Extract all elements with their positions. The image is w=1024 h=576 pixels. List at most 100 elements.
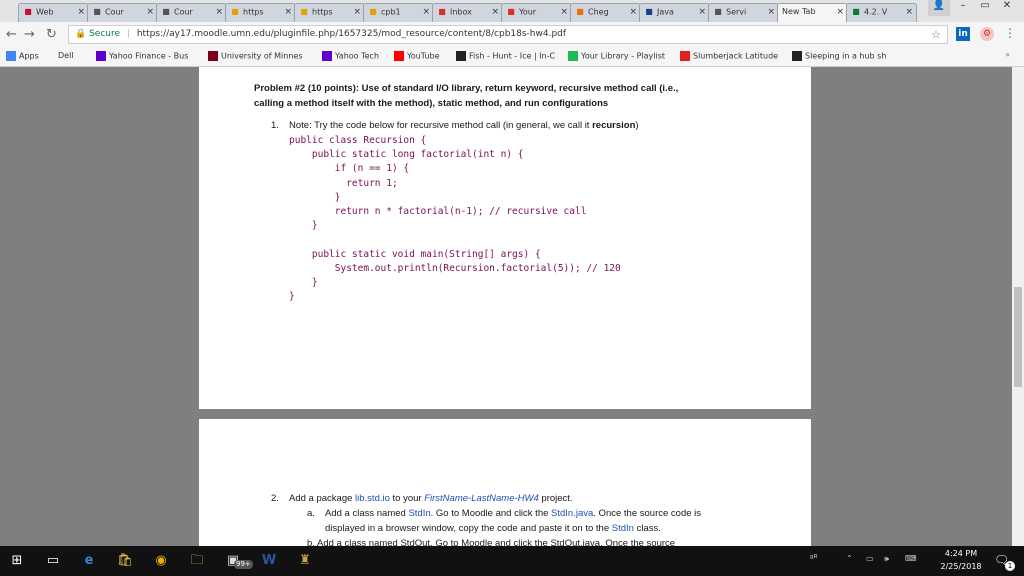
code-line: public class Recursion {: [289, 135, 427, 146]
edge-icon[interactable]: e: [72, 546, 106, 576]
package-link[interactable]: lib.std.io: [355, 493, 390, 504]
bookmark-item[interactable]: Fish - Hunt - Ice | In-C: [456, 51, 555, 61]
star-icon[interactable]: ☆: [931, 26, 941, 43]
gmail-icon: ■: [438, 7, 446, 16]
close-tab-icon[interactable]: ×: [629, 7, 637, 17]
sub-a-line2: displayed in a browser window, copy the …: [325, 523, 661, 534]
bookmark-label: Your Library - Playlist: [581, 51, 665, 61]
close-tab-icon[interactable]: ×: [491, 7, 499, 17]
stdin-java-link[interactable]: StdIn.java: [551, 508, 593, 519]
bookmark-item[interactable]: Sleeping in a hub sh: [792, 51, 886, 61]
code-line: System.out.println(Recursion.factorial(5…: [289, 262, 621, 274]
keyboard-icon[interactable]: ⌨: [905, 554, 917, 563]
volume-icon[interactable]: 🕪: [884, 554, 889, 564]
tab-strip: ■ Web × ■ Cour × ■ Cour × ■ https × ■ https × ■ cpb1 × ■ In…: [0, 0, 1024, 22]
close-window-icon[interactable]: ✕: [996, 0, 1018, 16]
browser-tab[interactable]: New Tab ×: [777, 3, 848, 22]
chevron-up-icon[interactable]: ⌃: [846, 554, 853, 563]
code-line: }: [289, 191, 341, 203]
more-bookmarks-icon[interactable]: »: [1005, 50, 1010, 59]
close-tab-icon[interactable]: ×: [146, 7, 154, 17]
clock-time[interactable]: 4:24 PM: [936, 549, 986, 558]
browser-tab[interactable]: ■ Web ×: [18, 3, 89, 22]
scrollbar-thumb[interactable]: [1014, 287, 1022, 387]
word-icon[interactable]: W: [252, 546, 286, 576]
tab-label: 4.2. V: [864, 7, 888, 17]
browser-tab[interactable]: ■ Cour ×: [87, 3, 158, 22]
bookmark-item[interactable]: Slumberjack Latitude: [680, 51, 778, 61]
bookmark-item[interactable]: Your Library - Playlist: [568, 51, 665, 61]
close-tab-icon[interactable]: ×: [215, 7, 223, 17]
clock-date[interactable]: 2/25/2018: [936, 562, 986, 571]
game-icon[interactable]: ♜: [288, 546, 322, 576]
bookmark-item[interactable]: Yahoo Tech: [322, 51, 379, 61]
browser-tab[interactable]: ■ Inbox ×: [432, 3, 503, 22]
tab-label: Inbox: [450, 7, 472, 17]
windows-taskbar: ⊞ ▭ e 🛍 ◉ 🗀 ▣ 99+ W ♜ ᵍᴿ ⌃ ▭ 🕪 ⌨ 4:24 PM…: [0, 546, 1024, 576]
tn-icon: ■: [300, 7, 308, 16]
maximize-icon[interactable]: ▭: [974, 0, 996, 16]
chegg-icon: ■: [576, 7, 584, 16]
item2-number: 2.: [271, 493, 279, 504]
tab-label: Cheg: [588, 7, 609, 17]
doc-icon: ■: [852, 7, 860, 16]
bookmark-label: Apps: [19, 51, 39, 61]
profile-icon[interactable]: 👤: [928, 0, 950, 16]
browser-tab[interactable]: ■ https ×: [294, 3, 365, 22]
vertical-scrollbar[interactable]: [1012, 67, 1024, 546]
back-arrow-icon[interactable]: ←: [6, 27, 17, 42]
close-tab-icon[interactable]: ×: [767, 7, 775, 17]
browser-tab[interactable]: ■ Cour ×: [156, 3, 227, 22]
bookmark-item[interactable]: Yahoo Finance - Bus: [96, 51, 188, 61]
browser-tab[interactable]: ■ Java ×: [639, 3, 710, 22]
notification-badge: 99+: [234, 560, 253, 569]
browser-tab[interactable]: ■ Cheg ×: [570, 3, 641, 22]
code-line: return 1;: [289, 177, 398, 189]
tab-label: Java: [657, 7, 674, 17]
task-view-icon[interactable]: ▭: [36, 546, 70, 576]
close-tab-icon[interactable]: ×: [77, 7, 85, 17]
browser-tab[interactable]: ■ https ×: [225, 3, 296, 22]
youtube-icon: [394, 51, 404, 61]
close-tab-icon[interactable]: ×: [284, 7, 292, 17]
forward-arrow-icon[interactable]: →: [24, 27, 35, 42]
close-tab-icon[interactable]: ×: [560, 7, 568, 17]
bookmark-label: University of Minnes: [221, 51, 303, 61]
extension-icon[interactable]: ⚙: [980, 27, 994, 41]
close-tab-icon[interactable]: ×: [698, 7, 706, 17]
bookmark-label: Yahoo Tech: [335, 51, 380, 61]
close-tab-icon[interactable]: ×: [836, 7, 844, 17]
minimize-icon[interactable]: –: [952, 0, 974, 16]
tab-label: https: [312, 7, 333, 17]
file-explorer-icon[interactable]: 🗀: [180, 546, 214, 576]
browser-tab[interactable]: ■ Your ×: [501, 3, 572, 22]
people-icon[interactable]: ᵍᴿ: [810, 554, 818, 564]
chrome-icon[interactable]: ◉: [144, 546, 178, 576]
address-bar[interactable]: 🔒 Secure | https://ay17.moodle.umn.edu/p…: [68, 25, 948, 44]
page-icon: ■: [162, 7, 170, 16]
close-tab-icon[interactable]: ×: [422, 7, 430, 17]
bookmark-item[interactable]: YouTube: [394, 51, 440, 61]
sub-a-line1: Add a class named StdIn. Go to Moodle an…: [325, 508, 702, 519]
bookmarks-bar: » Apps Dell Yahoo Finance - Bus University …: [0, 48, 1024, 67]
app-icon[interactable]: ▣ 99+: [216, 546, 253, 576]
menu-dots-icon[interactable]: ⋮: [1004, 26, 1016, 40]
page-icon: ■: [93, 7, 101, 16]
battery-icon[interactable]: ▭: [866, 554, 874, 563]
close-tab-icon[interactable]: ×: [905, 7, 913, 17]
close-tab-icon[interactable]: ×: [353, 7, 361, 17]
store-icon[interactable]: 🛍: [108, 546, 142, 576]
item2-text: Add a package lib.std.io to your FirstNa…: [289, 493, 573, 504]
bookmark-item[interactable]: University of Minnes: [208, 51, 303, 61]
lock-icon: 🔒: [75, 29, 87, 39]
reload-icon[interactable]: ↻: [46, 27, 57, 42]
windows-start-icon[interactable]: ⊞: [0, 546, 34, 576]
bookmark-item[interactable]: Apps: [6, 51, 39, 61]
pdf-viewer[interactable]: Problem #2 (10 points): Use of standard …: [0, 67, 1012, 546]
bookmark-item[interactable]: Dell: [58, 51, 74, 60]
stdin-link[interactable]: StdIn: [408, 508, 430, 519]
linkedin-extension-icon[interactable]: in: [956, 27, 970, 41]
browser-tab[interactable]: ■ 4.2. V ×: [846, 3, 917, 22]
browser-tab[interactable]: ■ cpb1 ×: [363, 3, 434, 22]
browser-tab[interactable]: ■ Servi ×: [708, 3, 779, 22]
